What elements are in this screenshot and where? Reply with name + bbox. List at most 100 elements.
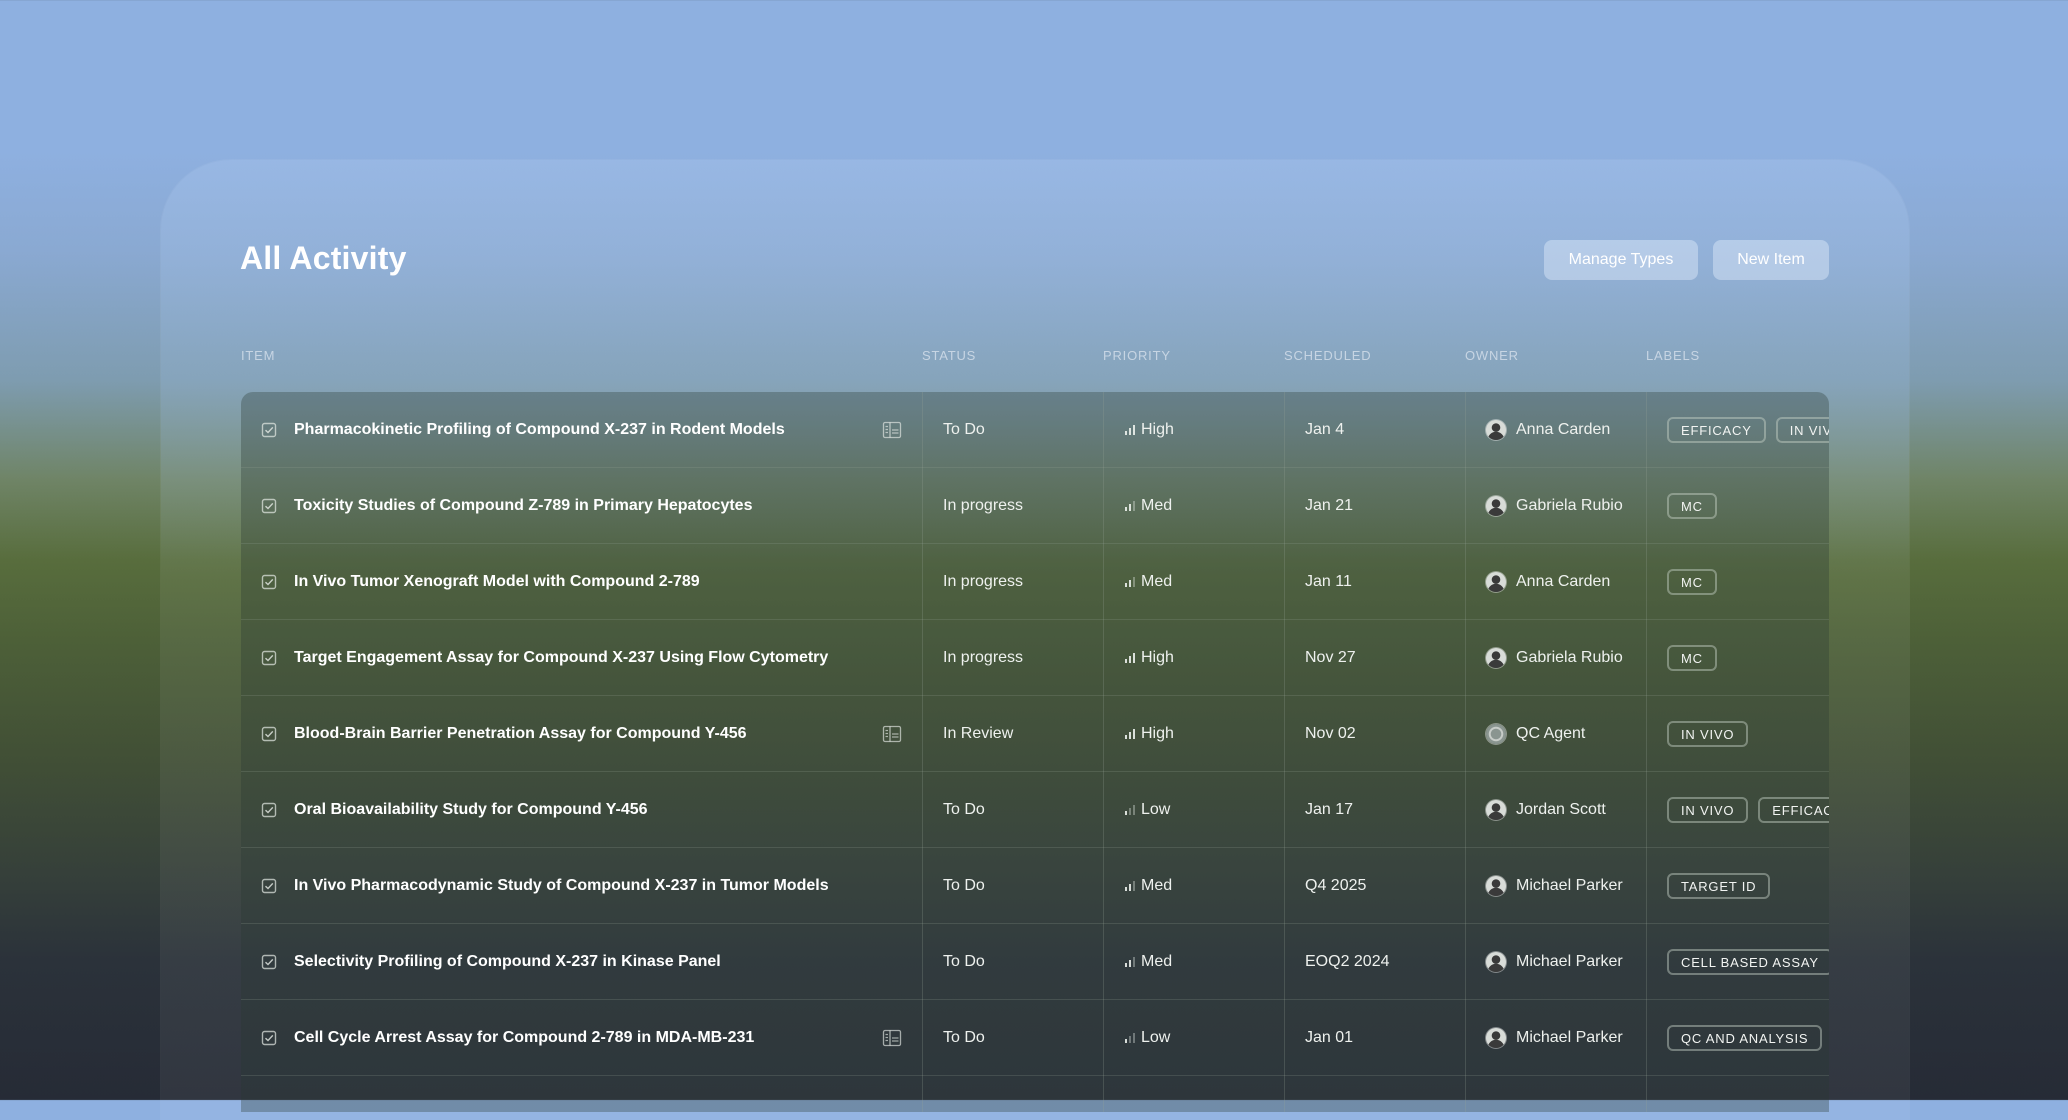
owner-cell[interactable]: Gabriela Rubio bbox=[1465, 620, 1646, 696]
column-header-item[interactable]: ITEM bbox=[241, 348, 275, 363]
table-row[interactable]: Target Engagement Assay for Compound X-2… bbox=[241, 620, 1829, 696]
owner-cell[interactable]: Michael Parker bbox=[1465, 848, 1646, 924]
labels-cell[interactable]: CELL BASED ASSAY bbox=[1646, 924, 1829, 1000]
labels-cell[interactable]: EFFICACY IN VIVO bbox=[1646, 392, 1829, 468]
status-cell[interactable]: In progress bbox=[922, 620, 1103, 696]
table-row[interactable]: Blood-Brain Barrier Penetration Assay fo… bbox=[241, 696, 1829, 772]
table-row[interactable]: Toxicity Studies of Compound Z-789 in Pr… bbox=[241, 468, 1829, 544]
scheduled-cell[interactable]: Jan 01 bbox=[1284, 1000, 1465, 1076]
item-cell[interactable]: Cell Cycle Arrest Assay for Compound 2-7… bbox=[241, 1000, 922, 1076]
item-cell[interactable]: Pharmacokinetic Profiling of Compound X-… bbox=[241, 392, 922, 468]
document-icon[interactable] bbox=[882, 724, 902, 744]
priority-cell[interactable]: Med bbox=[1103, 848, 1284, 924]
table-row[interactable]: Pharmacokinetic Profiling of Compound X-… bbox=[241, 392, 1829, 468]
checkbox-icon[interactable] bbox=[261, 574, 277, 590]
label-badge[interactable]: MC bbox=[1667, 493, 1717, 519]
priority-cell[interactable]: High bbox=[1103, 696, 1284, 772]
checkbox-icon[interactable] bbox=[261, 1030, 277, 1046]
item-cell[interactable]: Target Engagement Assay for Compound X-2… bbox=[241, 620, 922, 696]
item-title[interactable]: Oral Bioavailability Study for Compound … bbox=[294, 801, 648, 819]
item-cell[interactable]: Toxicity Studies of Compound Z-789 in Pr… bbox=[241, 468, 922, 544]
label-badge[interactable]: EFFICACY bbox=[1667, 417, 1766, 443]
document-icon[interactable] bbox=[882, 420, 902, 440]
priority-cell[interactable]: High bbox=[1103, 620, 1284, 696]
scheduled-cell[interactable]: Q4 2025 bbox=[1284, 848, 1465, 924]
scheduled-cell[interactable]: Jan 11 bbox=[1284, 544, 1465, 620]
label-badge[interactable]: IN VIVO bbox=[1775, 417, 1829, 443]
owner-cell[interactable]: Anna Carden bbox=[1465, 544, 1646, 620]
document-icon[interactable] bbox=[882, 1028, 902, 1048]
checkbox-icon[interactable] bbox=[261, 498, 277, 514]
item-cell[interactable]: Oral Bioavailability Study for Compound … bbox=[241, 772, 922, 848]
scheduled-cell[interactable] bbox=[1284, 1076, 1465, 1112]
labels-cell[interactable]: IN VIVO EFFICACY bbox=[1646, 772, 1829, 848]
item-title[interactable]: Cell Cycle Arrest Assay for Compound 2-7… bbox=[294, 1029, 754, 1047]
label-badge[interactable]: CELL BASED ASSAY bbox=[1667, 949, 1829, 975]
owner-cell[interactable]: Gabriela Rubio bbox=[1465, 468, 1646, 544]
label-badge[interactable]: MC bbox=[1667, 569, 1717, 595]
scheduled-cell[interactable]: Jan 4 bbox=[1284, 392, 1465, 468]
owner-cell[interactable] bbox=[1465, 1076, 1646, 1112]
labels-cell[interactable]: MC bbox=[1646, 468, 1829, 544]
priority-cell[interactable]: Low bbox=[1103, 1000, 1284, 1076]
owner-cell[interactable]: Anna Carden bbox=[1465, 392, 1646, 468]
label-badge[interactable]: MC bbox=[1667, 645, 1717, 671]
labels-cell[interactable]: TARGET ID bbox=[1646, 848, 1829, 924]
table-row[interactable]: In Vivo Pharmacodynamic Study of Compoun… bbox=[241, 848, 1829, 924]
label-badge[interactable]: EFFICACY bbox=[1758, 797, 1829, 823]
scheduled-cell[interactable]: Nov 27 bbox=[1284, 620, 1465, 696]
priority-cell[interactable]: Med bbox=[1103, 544, 1284, 620]
scheduled-cell[interactable]: Jan 21 bbox=[1284, 468, 1465, 544]
checkbox-icon[interactable] bbox=[261, 650, 277, 666]
new-item-button[interactable]: New Item bbox=[1713, 240, 1829, 280]
labels-cell[interactable]: MC bbox=[1646, 620, 1829, 696]
checkbox-icon[interactable] bbox=[261, 422, 277, 438]
label-badge[interactable]: QC AND ANALYSIS bbox=[1667, 1025, 1823, 1051]
scheduled-cell[interactable]: Jan 17 bbox=[1284, 772, 1465, 848]
item-cell[interactable]: Selectivity Profiling of Compound X-237 … bbox=[241, 924, 922, 1000]
label-badge[interactable]: IN VIVO bbox=[1667, 797, 1749, 823]
table-row[interactable]: Selectivity Profiling of Compound X-237 … bbox=[241, 924, 1829, 1000]
column-header-priority[interactable]: PRIORITY bbox=[1103, 348, 1171, 363]
labels-cell[interactable] bbox=[1646, 1076, 1829, 1112]
column-header-owner[interactable]: OWNER bbox=[1465, 348, 1519, 363]
labels-cell[interactable]: QC AND ANALYSIS bbox=[1646, 1000, 1829, 1076]
owner-cell[interactable]: Michael Parker bbox=[1465, 1000, 1646, 1076]
table-row[interactable]: Cell Cycle Arrest Assay for Compound 2-7… bbox=[241, 1000, 1829, 1076]
labels-cell[interactable]: IN VIVO bbox=[1646, 696, 1829, 772]
item-title[interactable]: In Vivo Tumor Xenograft Model with Compo… bbox=[294, 573, 700, 591]
table-row[interactable]: Oral Bioavailability Study for Compound … bbox=[241, 772, 1829, 848]
owner-cell[interactable]: Michael Parker bbox=[1465, 924, 1646, 1000]
item-title[interactable]: Pharmacokinetic Profiling of Compound X-… bbox=[294, 421, 785, 439]
label-badge[interactable]: IN VIVO bbox=[1667, 721, 1749, 747]
priority-cell[interactable]: Low bbox=[1103, 772, 1284, 848]
scheduled-cell[interactable]: Nov 02 bbox=[1284, 696, 1465, 772]
checkbox-icon[interactable] bbox=[261, 878, 277, 894]
priority-cell[interactable]: High bbox=[1103, 392, 1284, 468]
item-cell[interactable]: In Vivo Tumor Xenograft Model with Compo… bbox=[241, 544, 922, 620]
owner-cell[interactable]: Jordan Scott bbox=[1465, 772, 1646, 848]
status-cell[interactable]: In Review bbox=[922, 696, 1103, 772]
status-cell[interactable]: To Do bbox=[922, 1000, 1103, 1076]
checkbox-icon[interactable] bbox=[261, 726, 277, 742]
item-title[interactable]: Toxicity Studies of Compound Z-789 in Pr… bbox=[294, 497, 752, 515]
status-cell[interactable]: In progress bbox=[922, 468, 1103, 544]
scheduled-cell[interactable]: EOQ2 2024 bbox=[1284, 924, 1465, 1000]
table-row[interactable] bbox=[241, 1076, 1829, 1112]
status-cell[interactable]: In progress bbox=[922, 544, 1103, 620]
owner-cell[interactable]: QC Agent bbox=[1465, 696, 1646, 772]
column-header-status[interactable]: STATUS bbox=[922, 348, 976, 363]
priority-cell[interactable]: Med bbox=[1103, 468, 1284, 544]
item-title[interactable]: Target Engagement Assay for Compound X-2… bbox=[294, 649, 828, 667]
status-cell[interactable]: To Do bbox=[922, 848, 1103, 924]
item-cell[interactable] bbox=[241, 1076, 922, 1112]
manage-types-button[interactable]: Manage Types bbox=[1544, 240, 1698, 280]
status-cell[interactable]: To Do bbox=[922, 392, 1103, 468]
labels-cell[interactable]: MC bbox=[1646, 544, 1829, 620]
item-cell[interactable]: In Vivo Pharmacodynamic Study of Compoun… bbox=[241, 848, 922, 924]
column-header-scheduled[interactable]: SCHEDULED bbox=[1284, 348, 1371, 363]
item-title[interactable]: Selectivity Profiling of Compound X-237 … bbox=[294, 953, 721, 971]
item-cell[interactable]: Blood-Brain Barrier Penetration Assay fo… bbox=[241, 696, 922, 772]
checkbox-icon[interactable] bbox=[261, 954, 277, 970]
item-title[interactable]: Blood-Brain Barrier Penetration Assay fo… bbox=[294, 725, 747, 743]
